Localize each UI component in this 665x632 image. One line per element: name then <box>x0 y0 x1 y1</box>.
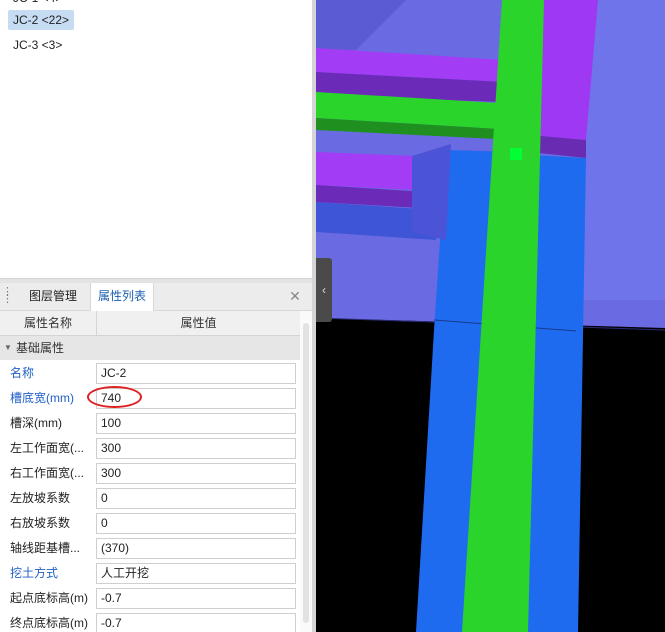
3d-viewport[interactable] <box>316 0 665 632</box>
property-value-field[interactable]: -0.7 <box>96 588 296 609</box>
group-row-basic-properties[interactable]: ▼ 基础属性 <box>0 336 300 360</box>
tree-item-jc-1[interactable]: JC-1 <4> <box>8 0 67 8</box>
property-name: 槽底宽(mm) <box>10 391 74 405</box>
tab-bar: ⋮ ⋮ 图层管理 属性列表 ✕ <box>0 283 312 311</box>
property-value-field[interactable]: JC-2 <box>96 363 296 384</box>
property-row: 槽底宽(mm) 740 <box>0 386 300 411</box>
drag-grip-icon[interactable]: ⋮ ⋮ <box>2 287 13 305</box>
component-tree: JC-1 <4> JC-2 <22> JC-3 <3> <box>0 0 312 278</box>
property-grid-scrollbar[interactable] <box>300 311 312 632</box>
property-row: 槽深(mm) 100 <box>0 411 300 436</box>
purple-wall <box>316 152 416 190</box>
property-value-field[interactable]: 0 <box>96 488 296 509</box>
scrollbar-thumb[interactable] <box>303 323 309 623</box>
property-row: 终点底标高(m) -0.7 <box>0 611 300 632</box>
tab-property-list[interactable]: 属性列表 <box>90 283 155 311</box>
property-value-field[interactable]: 0 <box>96 513 296 534</box>
property-row: 挖土方式 人工开挖 <box>0 561 300 586</box>
property-row: 左工作面宽(... 300 <box>0 436 300 461</box>
property-name: 挖土方式 <box>10 566 59 580</box>
property-name: 右放坡系数 <box>10 516 71 530</box>
property-value-field[interactable]: 300 <box>96 463 296 484</box>
property-value-field[interactable]: 100 <box>96 413 296 434</box>
close-icon[interactable]: ✕ <box>288 289 302 303</box>
3d-scene <box>316 0 665 632</box>
tab-layer-management[interactable]: 图层管理 <box>22 283 84 310</box>
tree-item-jc-3[interactable]: JC-3 <3> <box>8 35 67 55</box>
property-name: 轴线距基槽... <box>10 541 81 555</box>
property-row: 右工作面宽(... 300 <box>0 461 300 486</box>
property-name: 右工作面宽(... <box>10 466 84 480</box>
column-header-value: 属性值 <box>180 316 217 330</box>
chevron-left-icon[interactable]: ‹ <box>316 258 332 322</box>
property-name: 名称 <box>10 366 35 380</box>
column-header-name: 属性名称 <box>0 311 97 335</box>
property-row: 名称 JC-2 <box>0 361 300 386</box>
property-row: 右放坡系数 0 <box>0 511 300 536</box>
property-name: 左工作面宽(... <box>10 441 84 455</box>
selection-marker[interactable] <box>510 148 522 160</box>
tree-item-jc-2[interactable]: JC-2 <22> <box>8 10 75 30</box>
property-grid-header: 属性名称 属性值 <box>0 311 300 336</box>
property-value-field[interactable]: 人工开挖 <box>96 563 296 584</box>
left-panel: JC-1 <4> JC-2 <22> JC-3 <3> ⋮⋮ 图层管理 属性列表… <box>0 0 312 632</box>
property-value-field[interactable]: -0.7 <box>96 613 296 632</box>
property-name: 左放坡系数 <box>10 491 71 505</box>
property-row: 起点底标高(m) -0.7 <box>0 586 300 611</box>
property-name: 起点底标高(m) <box>10 591 88 605</box>
property-row: 左放坡系数 0 <box>0 486 300 511</box>
caret-down-icon[interactable]: ▼ <box>4 336 12 360</box>
group-label: 基础属性 <box>16 341 65 355</box>
property-value-field[interactable]: 300 <box>96 438 296 459</box>
property-value-field[interactable]: 740 <box>96 388 296 409</box>
property-name: 槽深(mm) <box>10 416 62 430</box>
property-value-field[interactable]: (370) <box>96 538 296 559</box>
property-grid: 属性名称 属性值 ▼ 基础属性 名称 JC-2 槽底宽(mm) 740 槽深(m… <box>0 311 300 632</box>
property-name: 终点底标高(m) <box>10 616 88 630</box>
trench-wall <box>412 144 451 240</box>
property-row: 轴线距基槽... (370) <box>0 536 300 561</box>
